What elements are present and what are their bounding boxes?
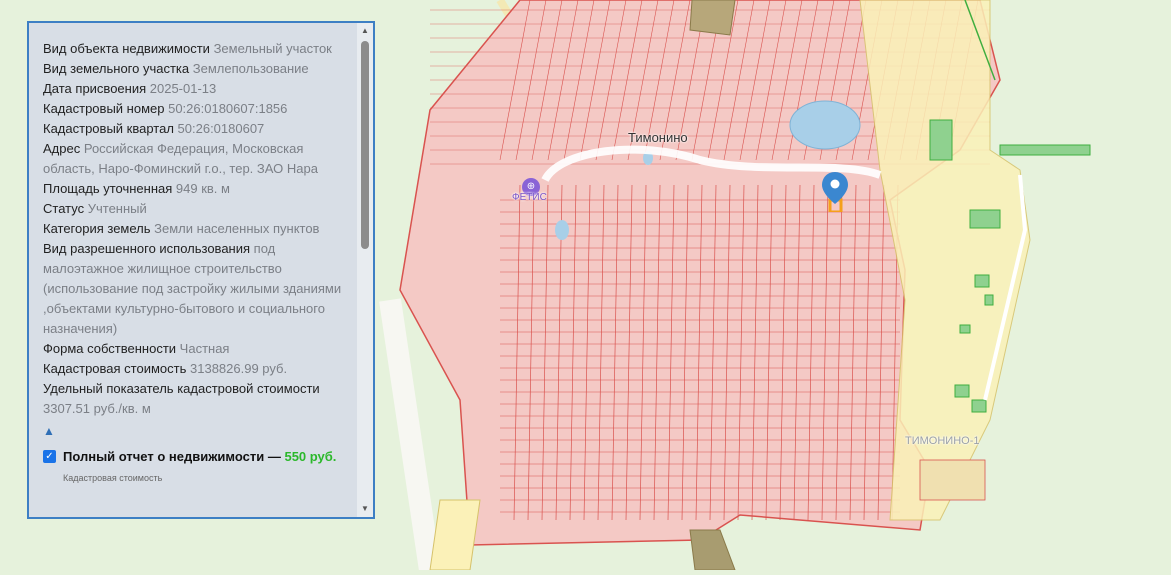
property-label: Вид объекта недвижимости [43,41,210,56]
forest-parcel [954,384,970,398]
pond [555,220,569,240]
property-value: 3138826.99 руб. [190,361,288,376]
property-value: Земельный участок [213,41,332,56]
property-value: 50:26:0180607 [177,121,265,136]
forest-parcel [971,399,987,413]
property-label: Статус [43,201,85,216]
forest-parcel [984,294,994,306]
property-value: Российская Федерация, Московская область… [43,141,318,176]
place-label-snt: ТИМОНИНО-1 [905,435,980,447]
property-label: Адрес [43,141,81,156]
field-parcel [919,459,986,501]
property-value: 949 кв. м [175,181,230,196]
collapse-up-icon[interactable]: ▲ [43,421,349,441]
property-row: Статус Учтенный [43,199,349,219]
property-info-panel[interactable]: Вид объекта недвижимости Земельный участ… [27,21,375,519]
property-label: Форма собственности [43,341,177,356]
property-label: Кадастровая стоимость [43,361,187,376]
property-row: Кадастровая стоимость 3138826.99 руб. [43,359,349,379]
property-value: 3307.51 руб./кв. м [43,401,151,416]
place-label-timonino: Тимонино [628,130,688,145]
property-value: 2025-01-13 [149,81,217,96]
property-value: 50:26:0180607:1856 [168,101,288,116]
property-value: Учтенный [87,201,147,216]
property-row: Кадастровый квартал 50:26:0180607 [43,119,349,139]
property-row: Форма собственности Частная [43,339,349,359]
property-label: Удельный показатель кадастровой стоимост… [43,381,320,396]
report-title: Полный отчет о недвижимости — [63,449,281,464]
property-value: Частная [179,341,230,356]
property-label: Кадастровый квартал [43,121,174,136]
property-attributes: Вид объекта недвижимости Земельный участ… [43,39,349,419]
pond [789,100,861,150]
property-row: Дата присвоения 2025-01-13 [43,79,349,99]
location-marker-icon[interactable] [822,172,848,212]
field-parcel [689,0,736,36]
forest-parcel [999,144,1091,156]
extra-option-label: Кадастровая стоимость [63,473,163,483]
report-price: 550 руб. [284,449,337,464]
property-row: Категория земель Земли населенных пункто… [43,219,349,239]
panel-scrollbar[interactable]: ▲ ▼ [357,23,373,517]
property-label: Вид разрешенного использования [43,241,251,256]
property-value: Землепользование [192,61,309,76]
property-label: Вид земельного участка [43,61,190,76]
property-row: Адрес Российская Федерация, Московская о… [43,139,349,179]
scroll-up-icon[interactable]: ▲ [357,25,373,37]
property-row: Вид разрешенного использования под малоэ… [43,239,349,339]
forest-parcel [929,119,953,161]
full-report-option[interactable]: ✓ Полный отчет о недвижимости — 550 руб. [43,447,349,467]
property-row: Кадастровый номер 50:26:0180607:1856 [43,99,349,119]
property-label: Дата присвоения [43,81,147,96]
property-label: Категория земель [43,221,151,236]
report-checkbox[interactable]: ✓ [43,450,56,463]
property-row: Удельный показатель кадастровой стоимост… [43,379,349,419]
forest-parcel [959,324,971,334]
property-label: Площадь уточненная [43,181,173,196]
scroll-thumb[interactable] [361,41,369,249]
property-value: Земли населенных пунктов [154,221,320,236]
place-label-fetis: ФЕТИС [512,192,547,203]
property-label: Кадастровый номер [43,101,165,116]
property-row: Площадь уточненная 949 кв. м [43,179,349,199]
forest-parcel [969,209,1001,229]
report-label: Полный отчет о недвижимости — 550 руб. [63,447,336,467]
property-row: Вид объекта недвижимости Земельный участ… [43,39,349,59]
property-row: Вид земельного участка Землепользование [43,59,349,79]
property-info-content: Вид объекта недвижимости Земельный участ… [43,39,349,483]
forest-parcel [974,274,990,288]
scroll-down-icon[interactable]: ▼ [357,503,373,515]
